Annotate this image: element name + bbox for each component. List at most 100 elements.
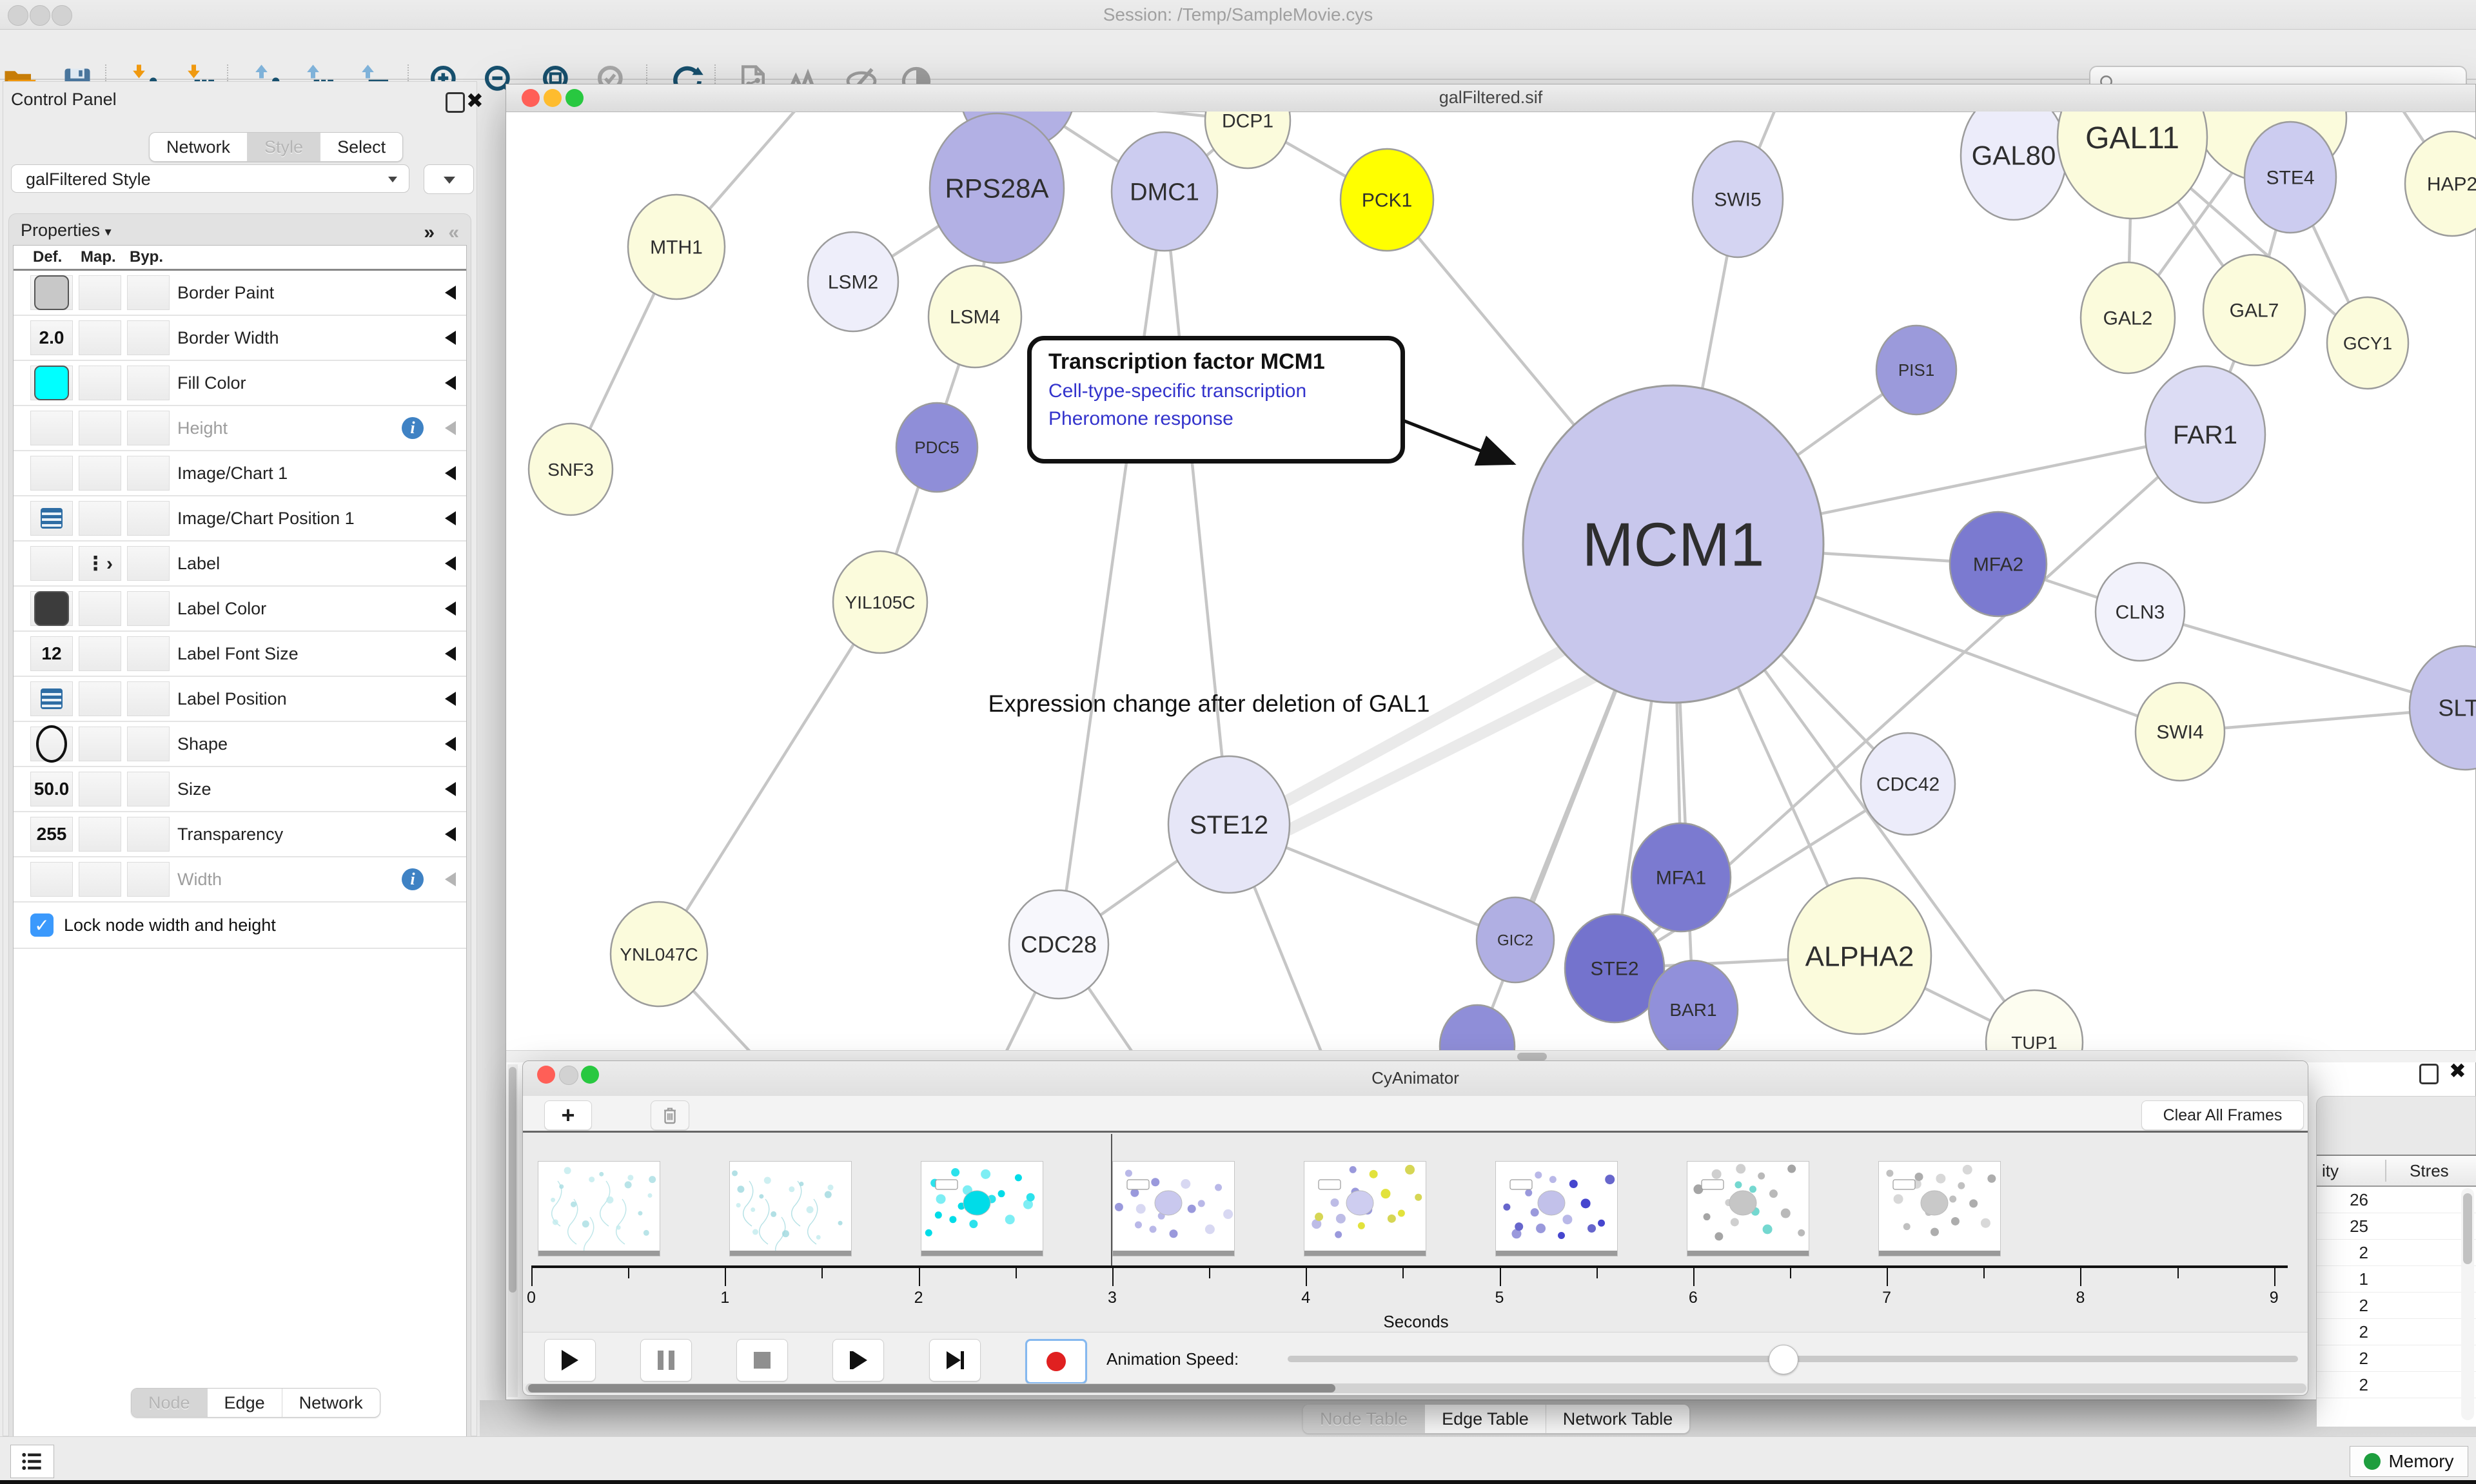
mapping-cell[interactable]: [79, 591, 121, 626]
timeline-frame[interactable]: [1878, 1161, 2001, 1256]
property-row[interactable]: Fill Color: [14, 361, 466, 406]
tab-edge-table[interactable]: Edge Table: [1424, 1405, 1546, 1433]
table-row[interactable]: 2: [2317, 1240, 2476, 1266]
mapping-cell[interactable]: [79, 456, 121, 491]
close-panel-icon[interactable]: ✖: [2449, 1059, 2466, 1083]
timeline-scrollbar[interactable]: [526, 1383, 2306, 1393]
table-row[interactable]: 26: [2317, 1187, 2476, 1213]
timeline-frame[interactable]: [1687, 1161, 1809, 1256]
style-selector[interactable]: galFiltered Style: [11, 164, 409, 193]
table-vertical-scrollbar[interactable]: [2461, 1188, 2474, 1420]
network-node-SWI4[interactable]: SWI4: [2136, 683, 2225, 781]
default-value-cell[interactable]: 2.0: [30, 320, 73, 355]
timeline-frame[interactable]: [921, 1161, 1043, 1256]
bypass-cell[interactable]: [127, 727, 170, 761]
properties-header[interactable]: Properties: [21, 220, 100, 240]
pause-button[interactable]: [640, 1339, 692, 1381]
default-value-cell[interactable]: [30, 681, 73, 716]
network-canvas[interactable]: RPS28BDCP1RPS28ADMC1PCK1MTH1LSM2LSM4SWI5…: [506, 112, 2476, 1079]
network-vertical-scrollbar[interactable]: [507, 1064, 518, 1397]
property-row[interactable]: Widthi: [14, 857, 466, 903]
expand-arrow-icon[interactable]: [445, 331, 456, 345]
network-node-MFA1[interactable]: MFA1: [1631, 823, 1731, 932]
float-panel-icon[interactable]: [446, 92, 465, 113]
memory-button[interactable]: Memory: [2350, 1446, 2468, 1477]
bypass-cell[interactable]: [127, 546, 170, 581]
property-row[interactable]: Image/Chart Position 1: [14, 496, 466, 542]
play-button[interactable]: [544, 1339, 596, 1381]
bypass-cell[interactable]: [127, 501, 170, 536]
expand-all-icon[interactable]: »: [424, 222, 433, 244]
mapping-cell[interactable]: [79, 772, 121, 806]
close-panel-icon[interactable]: ✖: [466, 88, 484, 113]
property-row[interactable]: Heighti: [14, 406, 466, 451]
network-node-GAL80[interactable]: GAL80: [1961, 112, 2067, 220]
timeline-frame[interactable]: [729, 1161, 852, 1256]
property-row[interactable]: Shape: [14, 722, 466, 767]
network-window-titlebar[interactable]: galFiltered.sif: [506, 84, 2475, 112]
annotation-box[interactable]: Transcription factor MCM1 Cell-type-spec…: [1027, 336, 1405, 464]
network-node-PIS1[interactable]: PIS1: [1876, 326, 1956, 415]
default-value-cell[interactable]: 12: [30, 636, 73, 671]
property-row[interactable]: Image/Chart 1: [14, 451, 466, 496]
slider-handle[interactable]: [1769, 1345, 1798, 1374]
expand-arrow-icon[interactable]: [445, 872, 456, 886]
bypass-cell[interactable]: [127, 772, 170, 806]
previous-frame-button[interactable]: [832, 1339, 884, 1381]
animation-speed-slider[interactable]: [1288, 1356, 2298, 1362]
bypass-cell[interactable]: [127, 366, 170, 400]
timeline-frame[interactable]: [1304, 1161, 1426, 1256]
network-node-MCM1[interactable]: MCM1: [1523, 386, 1823, 703]
panel-tab-node[interactable]: Node: [132, 1389, 207, 1417]
network-node-MFA2[interactable]: MFA2: [1950, 512, 2047, 616]
task-history-button[interactable]: [10, 1445, 54, 1478]
expand-arrow-icon[interactable]: [445, 286, 456, 300]
network-edge[interactable]: [659, 602, 880, 954]
timeline-frame[interactable]: [1112, 1161, 1235, 1256]
network-node-ALPHA2[interactable]: ALPHA2: [1788, 878, 1931, 1034]
network-node-STE12[interactable]: STE12: [1168, 756, 1290, 893]
collapse-all-icon[interactable]: «: [448, 222, 458, 244]
default-value-cell[interactable]: [30, 275, 73, 310]
scrollbar-thumb[interactable]: [1517, 1053, 1547, 1060]
network-node-CDC42[interactable]: CDC42: [1861, 733, 1955, 835]
expand-arrow-icon[interactable]: [445, 737, 456, 751]
property-row[interactable]: Label Position: [14, 677, 466, 722]
mapping-cell[interactable]: [79, 320, 121, 355]
network-node-GAL11[interactable]: GAL11: [2058, 112, 2207, 219]
network-node-GCY1[interactable]: GCY1: [2327, 297, 2408, 389]
tab-network[interactable]: Network: [150, 133, 247, 161]
bypass-cell[interactable]: [127, 681, 170, 716]
default-value-cell[interactable]: [30, 366, 73, 400]
table-row[interactable]: 2: [2317, 1293, 2476, 1319]
network-node-YNL047C[interactable]: YNL047C: [611, 902, 707, 1006]
mapping-cell[interactable]: [79, 862, 121, 897]
expand-arrow-icon[interactable]: [445, 556, 456, 571]
network-node-CDC28[interactable]: CDC28: [1009, 890, 1108, 999]
lock-size-checkbox[interactable]: ✓: [30, 913, 54, 937]
expand-arrow-icon[interactable]: [445, 827, 456, 841]
property-row[interactable]: 2.0Border Width: [14, 316, 466, 361]
default-value-cell[interactable]: [30, 862, 73, 897]
mapping-cell[interactable]: [79, 411, 121, 445]
network-node-DMC1[interactable]: DMC1: [1112, 132, 1217, 251]
timeline[interactable]: 0123456789 Seconds: [523, 1133, 2308, 1332]
default-value-cell[interactable]: 50.0: [30, 772, 73, 806]
clear-all-frames-button[interactable]: Clear All Frames: [2141, 1100, 2304, 1130]
default-value-cell[interactable]: [30, 727, 73, 761]
default-value-cell[interactable]: [30, 456, 73, 491]
scrollbar-thumb[interactable]: [509, 1067, 516, 1293]
default-value-cell[interactable]: [30, 591, 73, 626]
timeline-frame[interactable]: [538, 1161, 660, 1256]
bypass-cell[interactable]: [127, 862, 170, 897]
scrollbar-thumb[interactable]: [528, 1384, 1335, 1392]
playhead[interactable]: [1111, 1134, 1112, 1265]
table-row[interactable]: 2: [2317, 1319, 2476, 1345]
network-node-PDC5[interactable]: PDC5: [896, 403, 978, 492]
bypass-cell[interactable]: [127, 591, 170, 626]
bypass-cell[interactable]: [127, 320, 170, 355]
mapping-cell[interactable]: [79, 727, 121, 761]
mapping-cell[interactable]: [79, 366, 121, 400]
tab-select[interactable]: Select: [320, 133, 402, 161]
bypass-cell[interactable]: [127, 636, 170, 671]
